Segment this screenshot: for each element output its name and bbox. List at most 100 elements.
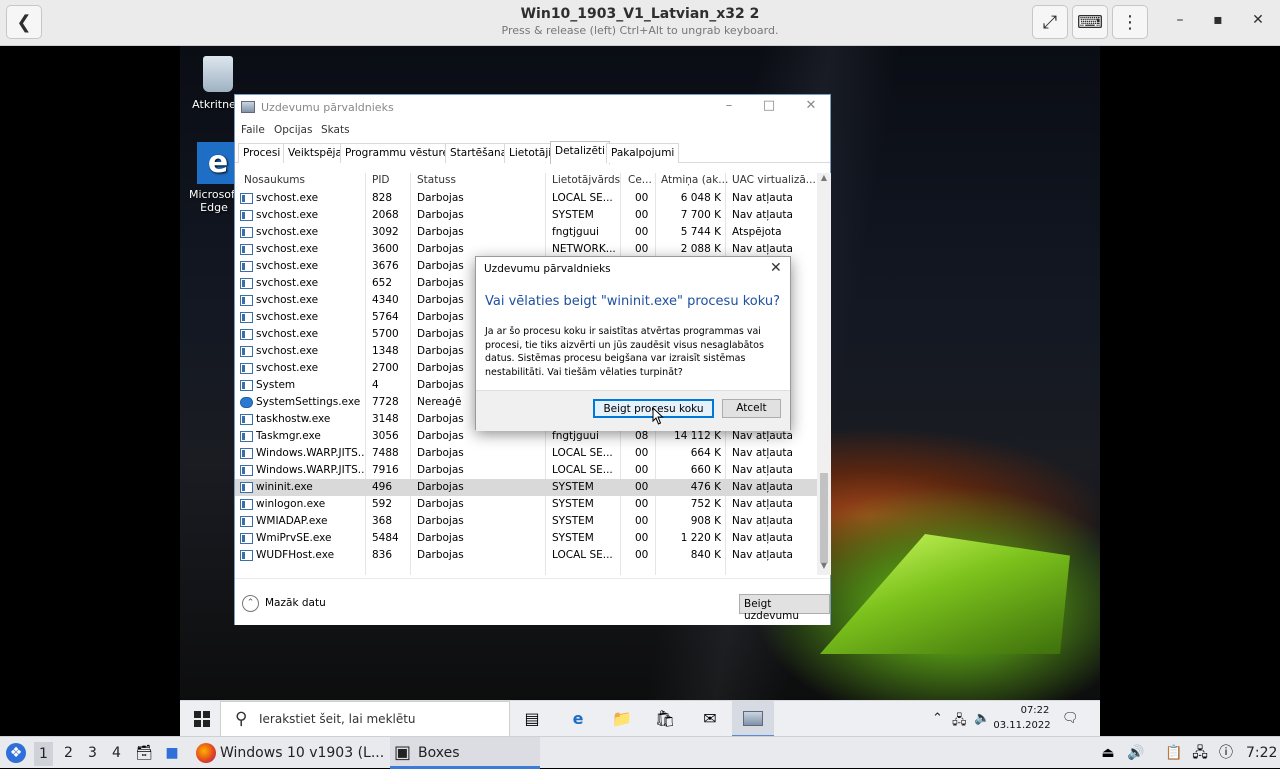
cell-pid: 5484 xyxy=(372,532,399,544)
cell-cpu: 00 xyxy=(635,243,649,255)
cell-uac: Nav atļauta xyxy=(732,209,793,221)
workspace-3[interactable]: 3 xyxy=(88,745,97,761)
workspace-4[interactable]: 4 xyxy=(112,745,121,761)
tab-performance[interactable]: Veiktspēja xyxy=(283,143,347,163)
table-row[interactable]: svchost.exe 3092 Darbojas fngtjguui 00 5 744 … xyxy=(235,224,817,241)
scroll-down-icon[interactable]: ▼ xyxy=(817,561,831,575)
table-row[interactable]: winlogon.exe 592 Darbojas SYSTEM 00 752 K Nav … xyxy=(235,496,817,513)
taskbar-task-vm[interactable]: Windows 10 v1903 (L... xyxy=(192,737,384,769)
cell-name: WUDFHost.exe xyxy=(256,549,335,561)
cell-memory: 752 K xyxy=(690,498,721,510)
workspace-2[interactable]: 2 xyxy=(64,745,73,761)
boxes-header: ❮ Win10_1903_V1_Latvian_x32 2 Press & re… xyxy=(0,0,1280,46)
task-manager-taskbar-button[interactable] xyxy=(732,701,774,736)
task-manager-icon xyxy=(743,711,763,726)
scroll-thumb[interactable] xyxy=(820,473,828,563)
taskbar-date[interactable]: 03.11.2022 xyxy=(992,720,1052,731)
tab-processes[interactable]: Procesi xyxy=(238,143,286,163)
menu-file[interactable]: Faile xyxy=(241,124,265,136)
tab-users[interactable]: Lietotāji xyxy=(504,143,557,163)
taskbar-time[interactable]: 07:22 xyxy=(1010,705,1060,716)
cell-pid: 496 xyxy=(372,481,393,493)
cell-name: taskhostw.exe xyxy=(256,413,331,425)
mail-icon[interactable]: ✉ xyxy=(699,708,721,730)
cell-cpu: 00 xyxy=(635,464,649,476)
vertical-scrollbar[interactable]: ▲ ▼ xyxy=(817,173,831,575)
scroll-up-icon[interactable]: ▲ xyxy=(817,173,831,187)
process-icon xyxy=(240,210,253,221)
cancel-button[interactable]: Atcelt xyxy=(722,399,781,418)
title-bar[interactable]: Uzdevumu pārvaldnieks – □ ✕ xyxy=(235,95,830,121)
cell-cpu: 00 xyxy=(635,209,649,221)
cell-name: Windows.WARP.JITS... xyxy=(256,464,364,476)
vm-menu-button[interactable]: ⋮ xyxy=(1112,5,1148,39)
process-icon xyxy=(240,465,253,476)
tab-details[interactable]: Detalizēti xyxy=(550,141,610,164)
cell-user: LOCAL SE... xyxy=(552,192,613,204)
eject-icon[interactable]: ⏏ xyxy=(1098,743,1118,763)
chevron-up-icon[interactable]: ⌃ xyxy=(242,595,259,612)
cell-name: svchost.exe xyxy=(256,209,319,221)
cell-name: svchost.exe xyxy=(256,345,319,357)
updates-icon[interactable]: ⓘ xyxy=(1216,743,1236,763)
table-row[interactable]: WUDFHost.exe 836 Darbojas LOCAL SE... 00 840 … xyxy=(235,547,817,564)
tm-maximize-button[interactable]: □ xyxy=(759,98,779,113)
fewer-details-link[interactable]: Mazāk datu xyxy=(265,597,326,609)
table-row[interactable]: svchost.exe 828 Darbojas LOCAL SE... 00 6 048… xyxy=(235,190,817,207)
start-button[interactable] xyxy=(194,711,210,727)
fullscreen-button[interactable]: ⤢ xyxy=(1032,5,1068,39)
workspace-1[interactable]: 1 xyxy=(34,742,53,766)
tm-close-button[interactable]: ✕ xyxy=(801,98,821,113)
volume-icon[interactable]: 🔈 xyxy=(974,711,990,726)
vm-display[interactable]: Atkritne e Microsoft Edge Uzdevumu pārva… xyxy=(180,46,1100,736)
search-placeholder: Ierakstiet šeit, lai meklētu xyxy=(259,712,416,726)
cell-pid: 5700 xyxy=(372,328,399,340)
table-row[interactable]: Windows.WARP.JITS... 7916 Darbojas LOCAL SE… xyxy=(235,462,817,479)
dialog-close-button[interactable]: ✕ xyxy=(770,260,782,276)
file-explorer-icon[interactable]: 📁 xyxy=(611,708,633,730)
app-menu-icon[interactable]: ❖ xyxy=(6,743,26,763)
task-view-icon[interactable]: ▤ xyxy=(521,708,543,730)
tray-expand-icon[interactable]: ⌃ xyxy=(932,711,943,726)
table-row[interactable]: WmiPrvSE.exe 5484 Darbojas SYSTEM 00 1 220 K N… xyxy=(235,530,817,547)
search-box[interactable]: ⚲ Ierakstiet šeit, lai meklētu xyxy=(220,701,510,736)
cell-status: Darbojas xyxy=(417,243,464,255)
network-icon[interactable]: 🖧 xyxy=(1190,743,1210,763)
cell-name: winlogon.exe xyxy=(256,498,326,510)
cell-pid: 2068 xyxy=(372,209,399,221)
cell-user: SYSTEM xyxy=(552,498,594,510)
desktop-launcher-icon[interactable]: ■ xyxy=(162,743,182,763)
process-icon xyxy=(240,363,253,374)
cell-pid: 1348 xyxy=(372,345,399,357)
menu-options[interactable]: Opcijas xyxy=(274,124,312,136)
speaker-icon[interactable]: 🔊 xyxy=(1126,743,1146,763)
table-row[interactable]: wininit.exe 496 Darbojas SYSTEM 00 476 K Nav a… xyxy=(235,479,817,496)
table-row[interactable]: WMIADAP.exe 368 Darbojas SYSTEM 00 908 K Nav a… xyxy=(235,513,817,530)
windows-taskbar: ⚲ Ierakstiet šeit, lai meklētu ▤ e 📁 🛍 ✉… xyxy=(180,700,1100,736)
edge-taskbar-icon[interactable]: e xyxy=(567,708,589,730)
table-row[interactable]: Windows.WARP.JITS... 7488 Darbojas LOCAL SE… xyxy=(235,445,817,462)
process-icon xyxy=(240,278,253,289)
menu-view[interactable]: Skats xyxy=(321,124,350,136)
send-keys-button[interactable]: ⌨ xyxy=(1072,5,1108,39)
host-clock[interactable]: 7:22 xyxy=(1246,745,1277,761)
network-icon[interactable]: 🖧 xyxy=(952,711,967,733)
dialog-caption: Uzdevumu pārvaldnieks xyxy=(484,263,611,275)
process-icon xyxy=(240,329,253,340)
tab-services[interactable]: Pakalpojumi xyxy=(606,143,680,163)
cell-user: SYSTEM xyxy=(552,532,594,544)
minimize-button[interactable]: – xyxy=(1170,12,1190,28)
tab-app-history[interactable]: Programmu vēsture xyxy=(340,143,454,163)
taskbar-task-boxes[interactable]: ▣ Boxes xyxy=(390,737,540,769)
tab-startup[interactable]: Startēšana xyxy=(445,143,513,163)
close-button[interactable]: ✕ xyxy=(1248,12,1268,28)
tm-minimize-button[interactable]: – xyxy=(719,98,739,113)
clipboard-icon[interactable]: 📋 xyxy=(1164,743,1184,763)
notification-icon[interactable]: 🗨 xyxy=(1062,711,1079,726)
store-icon[interactable]: 🛍 xyxy=(654,708,676,730)
maximize-button[interactable]: ▪ xyxy=(1208,12,1228,28)
end-task-button[interactable]: Beigt uzdevumu xyxy=(739,594,830,622)
files-launcher-icon[interactable]: 🗃 xyxy=(134,743,154,763)
cell-status: Darbojas xyxy=(417,515,464,527)
table-row[interactable]: svchost.exe 2068 Darbojas SYSTEM 00 7 700 K Na… xyxy=(235,207,817,224)
